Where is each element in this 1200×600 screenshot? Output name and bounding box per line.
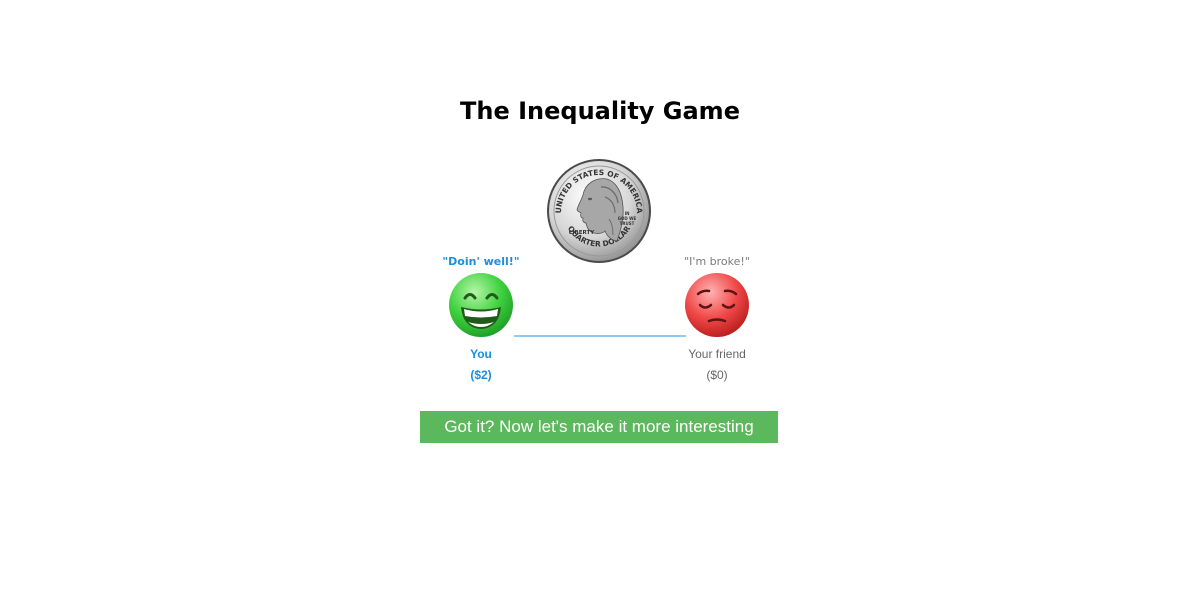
game-title: The Inequality Game: [460, 97, 740, 125]
player-you-name: You: [470, 347, 492, 361]
player-friend: "I'm broke!" Your friend ($0): [662, 254, 772, 383]
grinning-face-icon: [449, 273, 513, 337]
next-step-button[interactable]: Got it? Now let's make it more interesti…: [420, 411, 778, 443]
quarter-coin-icon: UNITED STATES OF AMERICA QUARTER DOLLAR …: [547, 159, 651, 263]
svg-text:LIBERTY: LIBERTY: [569, 230, 595, 236]
player-friend-quote: "I'm broke!": [684, 255, 750, 268]
player-you-quote: "Doin' well!": [442, 255, 520, 268]
player-you: "Doin' well!" You ($2): [426, 254, 536, 383]
svg-text:TRUST: TRUST: [620, 221, 635, 226]
player-friend-name: Your friend: [688, 347, 746, 361]
players-connector-line: [514, 335, 686, 337]
player-friend-money: ($0): [706, 368, 728, 382]
pensive-face-icon: [685, 273, 749, 337]
player-you-money: ($2): [470, 368, 492, 382]
